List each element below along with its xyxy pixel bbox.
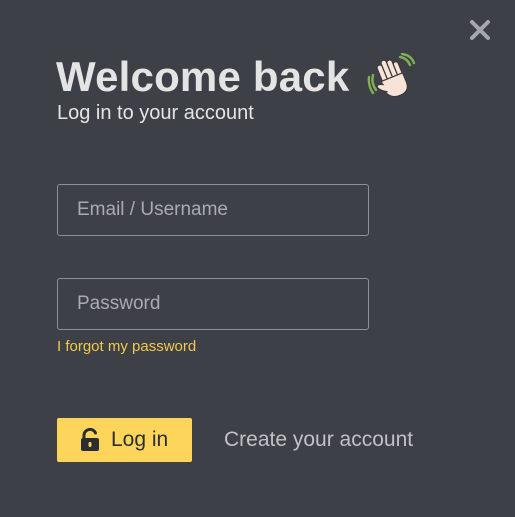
close-icon <box>470 20 490 40</box>
page-title: Welcome back <box>56 53 350 100</box>
page-subtitle: Log in to your account <box>57 102 254 124</box>
waving-hand-icon <box>368 53 416 98</box>
password-field[interactable] <box>57 278 369 330</box>
unlock-icon <box>81 428 99 451</box>
forgot-password-link[interactable]: I forgot my password <box>57 337 196 357</box>
title-row: Welcome back <box>56 52 416 102</box>
login-button-label: Log in <box>111 428 169 451</box>
close-button[interactable] <box>468 18 492 42</box>
login-modal: Welcome back Log in to your account I fo… <box>0 0 515 517</box>
email-field[interactable] <box>57 184 369 236</box>
create-account-link[interactable]: Create your account <box>224 427 413 453</box>
login-button[interactable]: Log in <box>57 418 192 462</box>
